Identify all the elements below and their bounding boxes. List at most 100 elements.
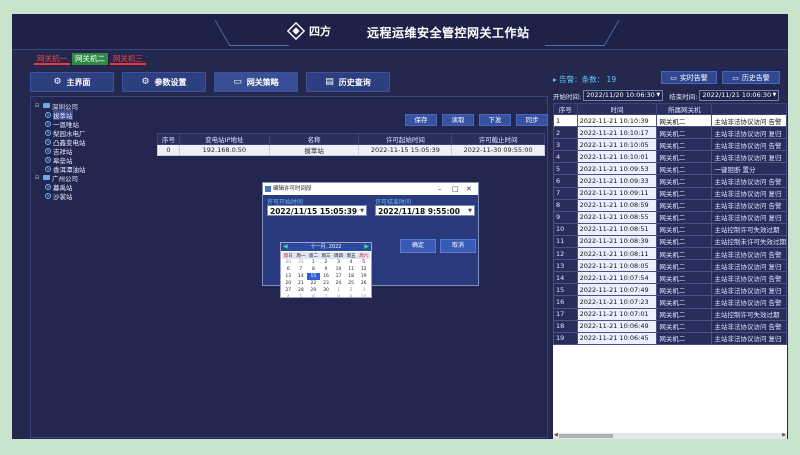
calendar-day[interactable]: 5	[357, 259, 370, 266]
table-cell[interactable]: 网关机二	[656, 259, 713, 273]
calendar-day[interactable]: 15	[307, 273, 320, 280]
table-cell[interactable]: 2022-11-21 10:07:49	[576, 283, 658, 297]
scroll-left-icon[interactable]: ◀	[554, 432, 558, 438]
calendar-day[interactable]: 5	[295, 294, 308, 301]
table-cell[interactable]: 拔萃站	[268, 144, 360, 156]
table-cell[interactable]: 网关机二	[656, 283, 713, 297]
calendar-day[interactable]: 10	[357, 294, 370, 301]
read-button[interactable]: 读取	[442, 114, 474, 126]
calendar-day[interactable]: 28	[295, 287, 308, 294]
calendar-day[interactable]: 29	[307, 287, 320, 294]
ok-button[interactable]: 确定	[400, 239, 436, 253]
nav-settings-button[interactable]: ⚙ 参数设置	[122, 72, 206, 92]
tree-item-station[interactable]: S 一恩唯站	[35, 119, 143, 129]
calendar-day[interactable]: 22	[307, 280, 320, 287]
table-cell[interactable]: 2022-11-21 10:08:39	[576, 234, 658, 249]
table-cell[interactable]: 2022-11-21 10:06:45	[576, 331, 658, 345]
calendar-day[interactable]: 14	[295, 273, 308, 280]
table-cell[interactable]: 11	[553, 234, 578, 249]
chevron-down-icon[interactable]: ▼	[360, 206, 364, 217]
table-cell[interactable]: 15	[553, 283, 578, 297]
calendar-day[interactable]: 1	[332, 287, 345, 294]
table-cell[interactable]: 网关机二	[656, 174, 713, 188]
chevron-down-icon[interactable]: ▼	[468, 206, 472, 217]
calendar-day[interactable]: 2	[345, 287, 358, 294]
calendar-day[interactable]: 3	[332, 259, 345, 266]
table-cell[interactable]: 主站非法协议访问 告警	[711, 271, 787, 285]
calendar-day[interactable]: 31	[295, 259, 308, 266]
calendar-day[interactable]: 9	[345, 294, 358, 301]
table-cell[interactable]: 2022-11-21 10:08:51	[576, 222, 658, 236]
save-button[interactable]: 保存	[405, 114, 437, 126]
table-cell[interactable]: 主站非法协议访问 复归	[711, 331, 787, 345]
alarm-row[interactable]: 9 2022-11-21 10:08:55 网关机二 主站非法协议访问 复归	[553, 210, 787, 224]
alarm-row[interactable]: 15 2022-11-21 10:07:49 网关机二 主站非法协议访问 复归	[553, 283, 787, 297]
table-cell[interactable]: 7	[553, 186, 578, 200]
tree-item-station[interactable]: S 沙裳站	[35, 191, 143, 201]
close-icon[interactable]: ✕	[466, 183, 472, 195]
table-cell[interactable]: 主站非法协议访问 复归	[711, 150, 787, 164]
table-cell[interactable]: 网关机二	[656, 222, 713, 236]
calendar-day[interactable]: 6	[282, 266, 295, 273]
calendar-day[interactable]: 7	[320, 294, 333, 301]
table-cell[interactable]: 网关机二	[656, 331, 713, 345]
tree-item-station[interactable]: S 吉祥站	[35, 146, 143, 156]
table-cell[interactable]: 网关机二	[656, 138, 713, 152]
history-alarm-button[interactable]: ▭ 历史告警	[722, 71, 780, 84]
calendar-day[interactable]: 13	[282, 273, 295, 280]
table-cell[interactable]: 16	[553, 295, 578, 309]
table-cell[interactable]: 10	[553, 222, 578, 236]
table-cell[interactable]: 13	[553, 259, 578, 273]
table-cell[interactable]: 主站非法协议访问 告警	[711, 295, 787, 309]
realtime-alarm-button[interactable]: ▭ 实时告警	[661, 71, 717, 84]
table-cell[interactable]: 2022-11-21 10:08:55	[576, 210, 658, 224]
calendar-day[interactable]: 21	[295, 280, 308, 287]
table-cell[interactable]: 主站非法协议访问 复归	[711, 186, 787, 200]
nav-main-button[interactable]: ⚙ 主界面	[30, 72, 114, 92]
tree-item-station[interactable]: S 皋垒站	[35, 155, 143, 165]
table-cell[interactable]: 2022-11-21 10:09:53	[576, 162, 658, 176]
table-cell[interactable]: 3	[553, 138, 578, 152]
calendar-day[interactable]: 2	[320, 259, 333, 266]
calendar-day[interactable]: 4	[345, 259, 358, 266]
table-cell[interactable]: 2022-11-21 10:10:17	[576, 126, 658, 140]
calendar-day[interactable]: 23	[320, 280, 333, 287]
sync-button[interactable]: 同步	[516, 114, 548, 126]
alarm-start-picker[interactable]: 2022/11/20 10:06:30 ▼	[583, 90, 664, 101]
scroll-thumb[interactable]	[559, 434, 613, 438]
table-cell[interactable]: 网关机二	[656, 210, 713, 224]
table-cell[interactable]: 6	[553, 174, 578, 188]
alarm-row[interactable]: 14 2022-11-21 10:07:54 网关机二 主站非法协议访问 告警	[553, 271, 787, 285]
calendar-day[interactable]: 19	[357, 273, 370, 280]
table-cell[interactable]: 14	[553, 271, 578, 285]
table-cell[interactable]: 2022-11-21 10:09:11	[576, 186, 658, 200]
table-cell[interactable]: 主站非法协议访问 复归	[711, 126, 787, 140]
table-row[interactable]: 0 192.168.0.50 拔萃站 2022-11-15 15:05:39 2…	[157, 144, 545, 156]
alarm-row[interactable]: 4 2022-11-21 10:10:01 网关机二 主站非法协议访问 复归	[553, 150, 787, 164]
table-cell[interactable]: 2022-11-21 10:08:59	[576, 198, 658, 212]
table-cell[interactable]: 2022-11-21 10:07:54	[576, 271, 658, 285]
alarm-row[interactable]: 6 2022-11-21 10:09:33 网关机二 主站非法协议访问 告警	[553, 174, 787, 188]
maximize-icon[interactable]: □	[452, 183, 459, 195]
horizontal-scrollbar[interactable]: ◀ ▶	[553, 432, 787, 439]
table-cell[interactable]: 2022-11-21 10:10:39	[576, 113, 658, 128]
calendar-day[interactable]: 8	[307, 266, 320, 273]
calendar-day[interactable]: 26	[357, 280, 370, 287]
alarm-end-picker[interactable]: 2022/11/21 10:06:30 ▼	[699, 90, 780, 101]
tab-gateway-2[interactable]: 网关机二	[72, 53, 108, 65]
table-cell[interactable]: 主站非法协议访问 告警	[711, 113, 787, 128]
next-month-icon[interactable]: ▶	[364, 243, 369, 251]
calendar-day[interactable]: 20	[282, 280, 295, 287]
cancel-button[interactable]: 取消	[440, 239, 476, 253]
table-cell[interactable]: 主站非法协议访问 复归	[711, 210, 787, 224]
tree-group-guangzhou[interactable]: ⊟ 广州公司	[35, 173, 143, 183]
table-cell[interactable]: 2022-11-21 10:07:23	[576, 295, 658, 309]
alarm-table-container[interactable]: 序号 时间 所属网关机 1 2022-11-21 10:10:39 网关机二 主站非法…	[553, 103, 787, 433]
end-time-picker[interactable]: 2022/11/18 9:55:00 ▼	[375, 205, 475, 216]
table-cell[interactable]: 5	[553, 162, 578, 176]
alarm-row[interactable]: 17 2022-11-21 10:07:01 网关机二 主站控制许可失效过期	[553, 307, 787, 321]
alarm-row[interactable]: 19 2022-11-21 10:06:45 网关机二 主站非法协议访问 复归	[553, 331, 787, 345]
table-cell[interactable]: 主站非法协议访问 告警	[711, 174, 787, 188]
alarm-row[interactable]: 18 2022-11-21 10:06:49 网关机二 主站非法协议访问 告警	[553, 319, 787, 333]
table-cell[interactable]: 主站控制未许可失效过期	[711, 234, 787, 249]
